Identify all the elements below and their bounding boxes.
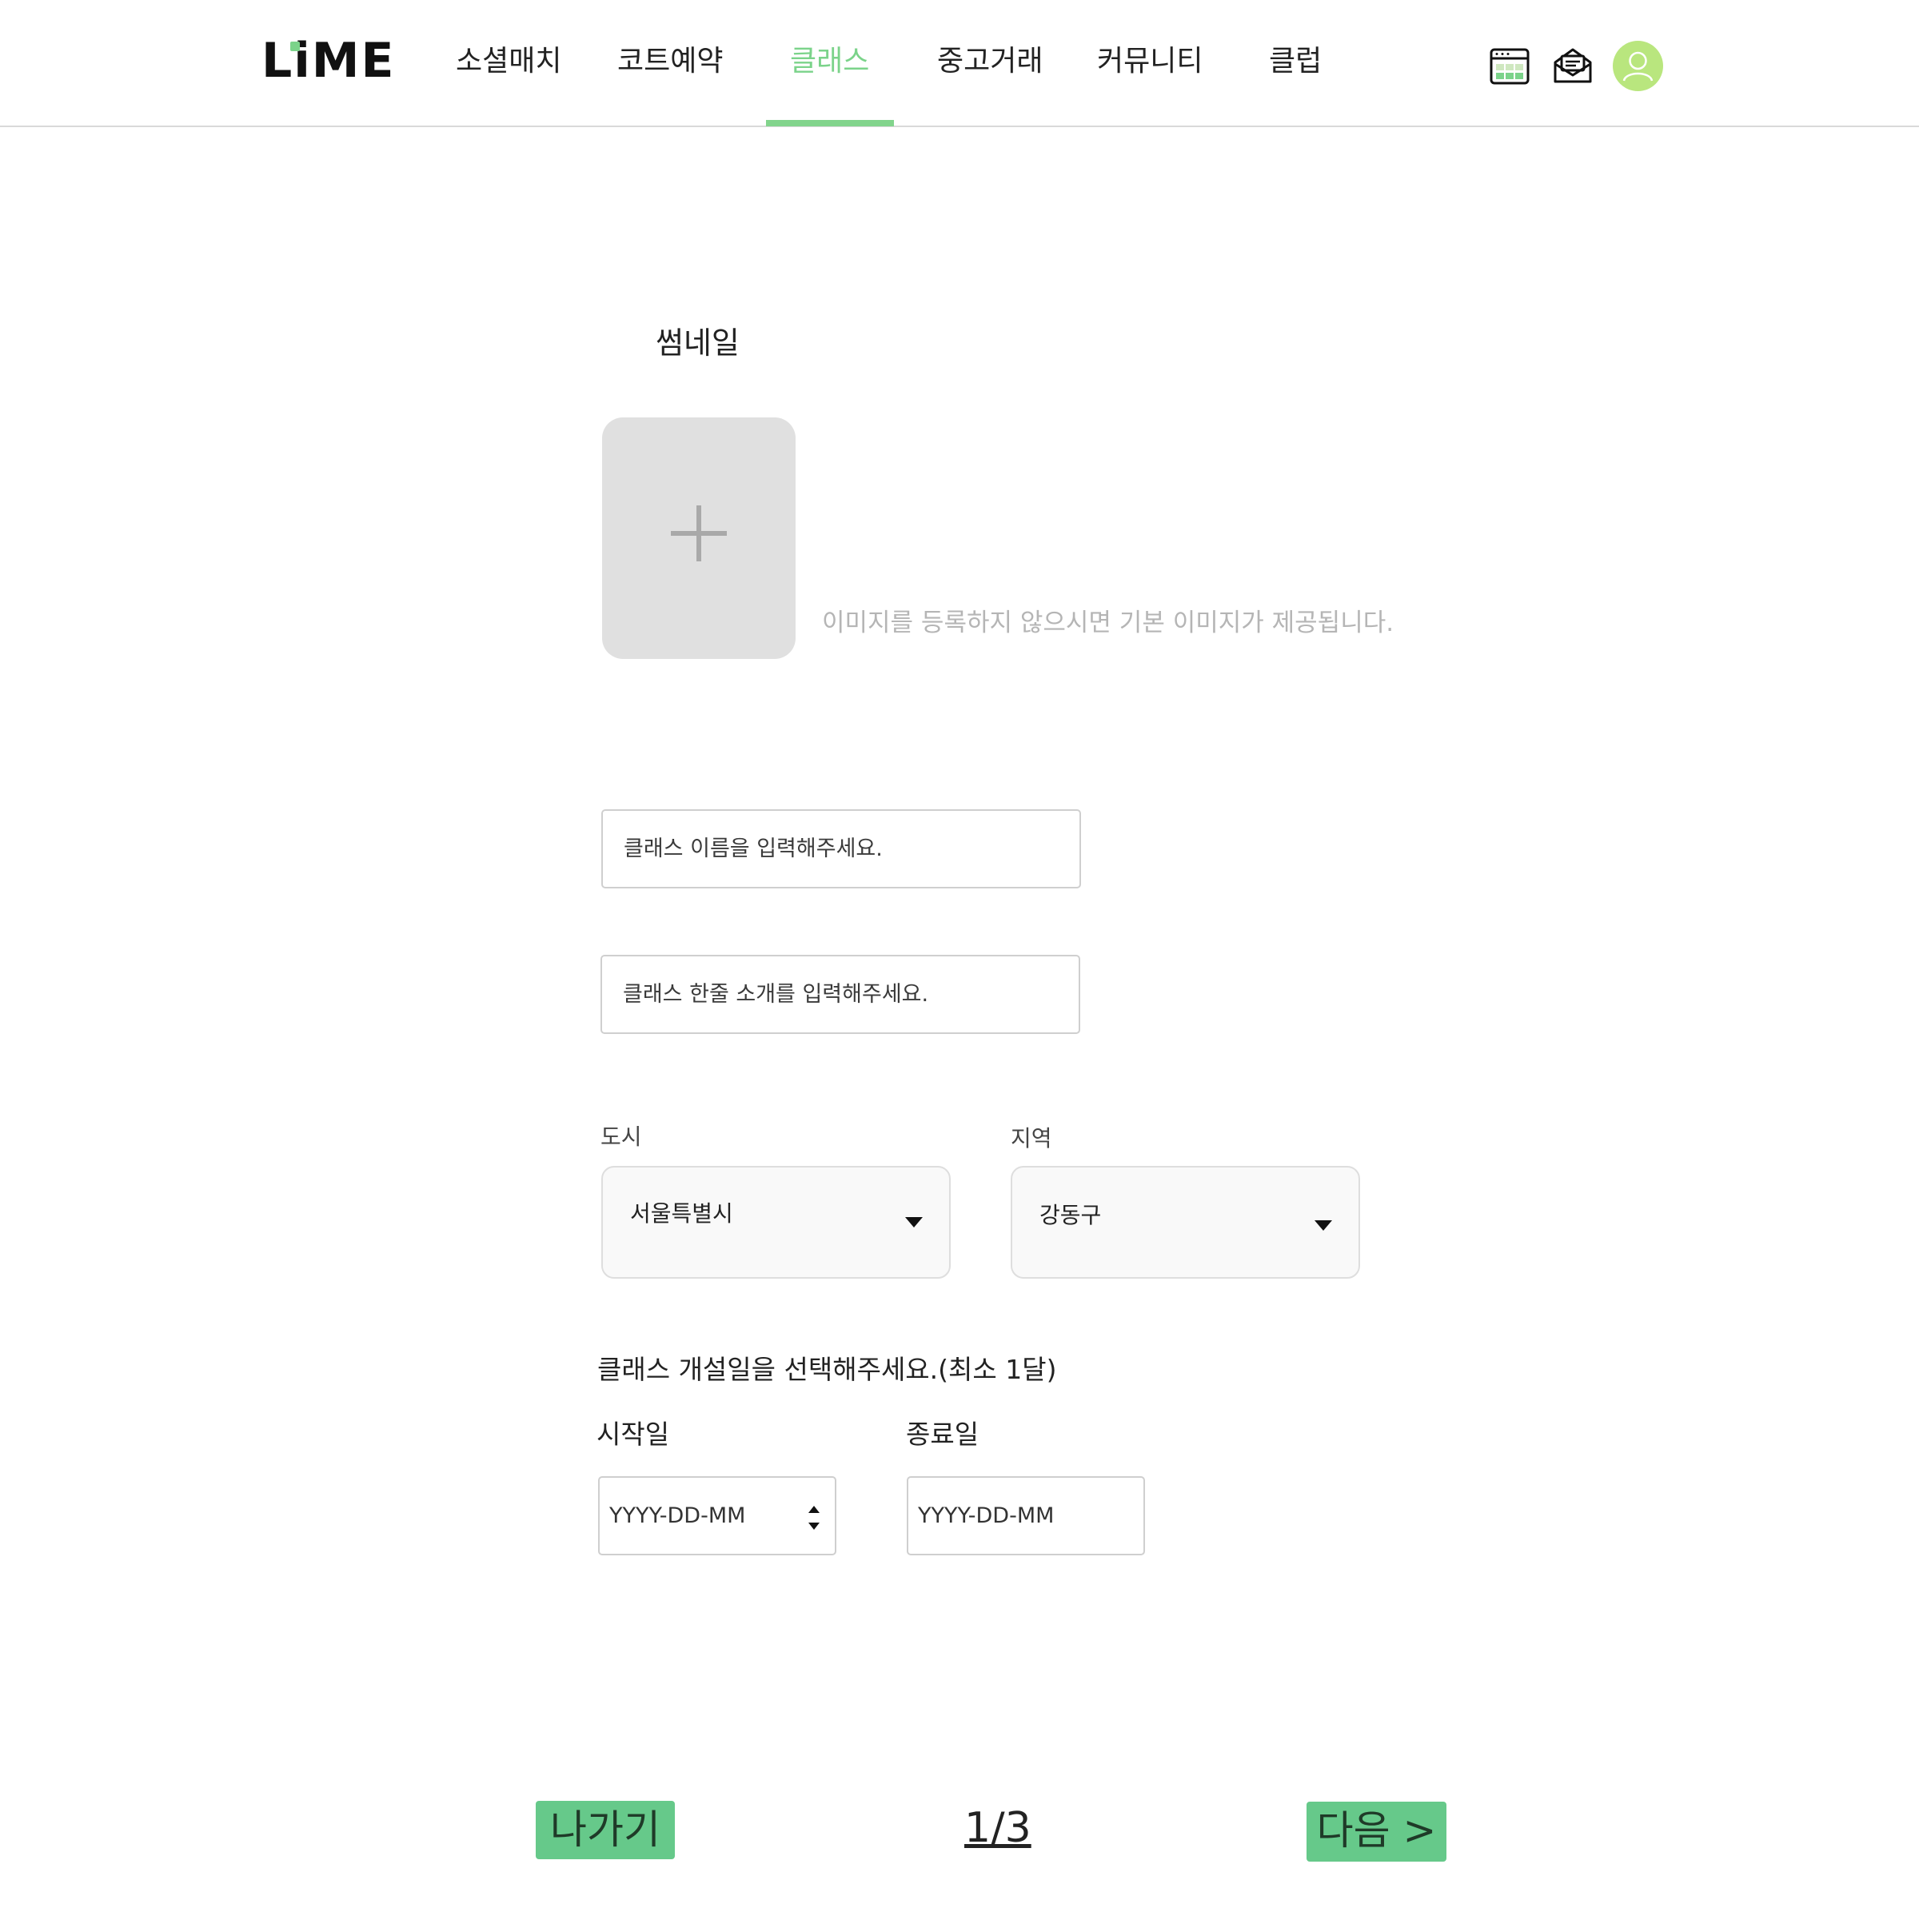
user-avatar[interactable] — [1613, 41, 1663, 91]
start-date-label: 시작일 — [596, 1419, 670, 1450]
end-date-label: 종료일 — [906, 1419, 979, 1450]
city-selected-value: 서울특별시 — [630, 1200, 733, 1227]
nav-court-reservation[interactable]: 코트예약 — [617, 42, 723, 82]
class-period-label: 클래스 개설일을 선택해주세요.(최소 1달) — [597, 1354, 1057, 1385]
start-date-value: YYYY-DD-MM — [609, 1503, 746, 1528]
nav-club[interactable]: 클럽 — [1269, 42, 1322, 82]
end-date-value: YYYY-DD-MM — [918, 1503, 1055, 1528]
start-date-input[interactable]: YYYY-DD-MM — [598, 1476, 836, 1555]
city-label: 도시 — [600, 1124, 642, 1150]
nav-class[interactable]: 클래스 — [790, 42, 869, 82]
spinner-icon[interactable] — [806, 1502, 822, 1534]
nav-community[interactable]: 커뮤니티 — [1097, 42, 1203, 82]
active-nav-underline — [766, 120, 894, 126]
chevron-down-icon — [905, 1217, 923, 1227]
thumbnail-hint-text: 이미지를 등록하지 않으시면 기본 이미지가 제공됩니다. — [822, 609, 1394, 637]
thumbnail-label: 썸네일 — [656, 325, 740, 361]
next-button[interactable]: 다음 > — [1307, 1802, 1446, 1862]
logo-accent-dot — [290, 42, 300, 51]
page-indicator: 1/3 — [964, 1804, 1031, 1852]
thumbnail-upload-box[interactable] — [602, 417, 796, 659]
mail-icon[interactable] — [1552, 46, 1594, 85]
plus-icon — [671, 505, 727, 561]
end-date-input[interactable]: YYYY-DD-MM — [907, 1476, 1145, 1555]
nav-used-trade[interactable]: 중고거래 — [937, 42, 1043, 82]
chevron-down-icon — [1315, 1220, 1332, 1231]
district-select[interactable]: 강동구 — [1011, 1166, 1360, 1279]
district-selected-value: 강동구 — [1039, 1202, 1102, 1228]
user-avatar-icon — [1622, 51, 1654, 82]
calendar-icon[interactable] — [1490, 48, 1530, 85]
exit-button[interactable]: 나가기 — [536, 1801, 675, 1859]
city-select[interactable]: 서울특별시 — [601, 1166, 951, 1279]
lime-logo[interactable]: LiME — [261, 32, 396, 90]
class-name-input[interactable] — [601, 809, 1081, 888]
class-intro-input[interactable] — [600, 955, 1080, 1034]
nav-social-match[interactable]: 소셜매치 — [456, 42, 561, 82]
district-label: 지역 — [1011, 1125, 1052, 1152]
